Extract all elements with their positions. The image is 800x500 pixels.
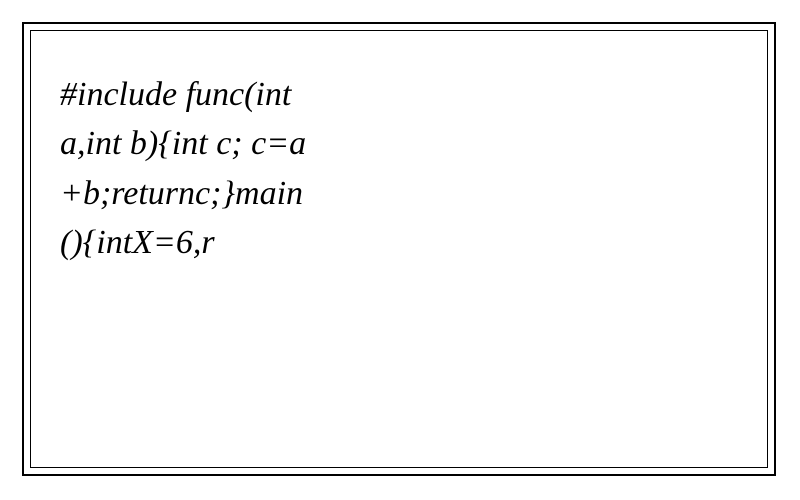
canvas: #include func(int a,int b){int c; c=a+b;… [0, 0, 800, 500]
code-snippet-text: #include func(int a,int b){int c; c=a+b;… [60, 70, 310, 267]
